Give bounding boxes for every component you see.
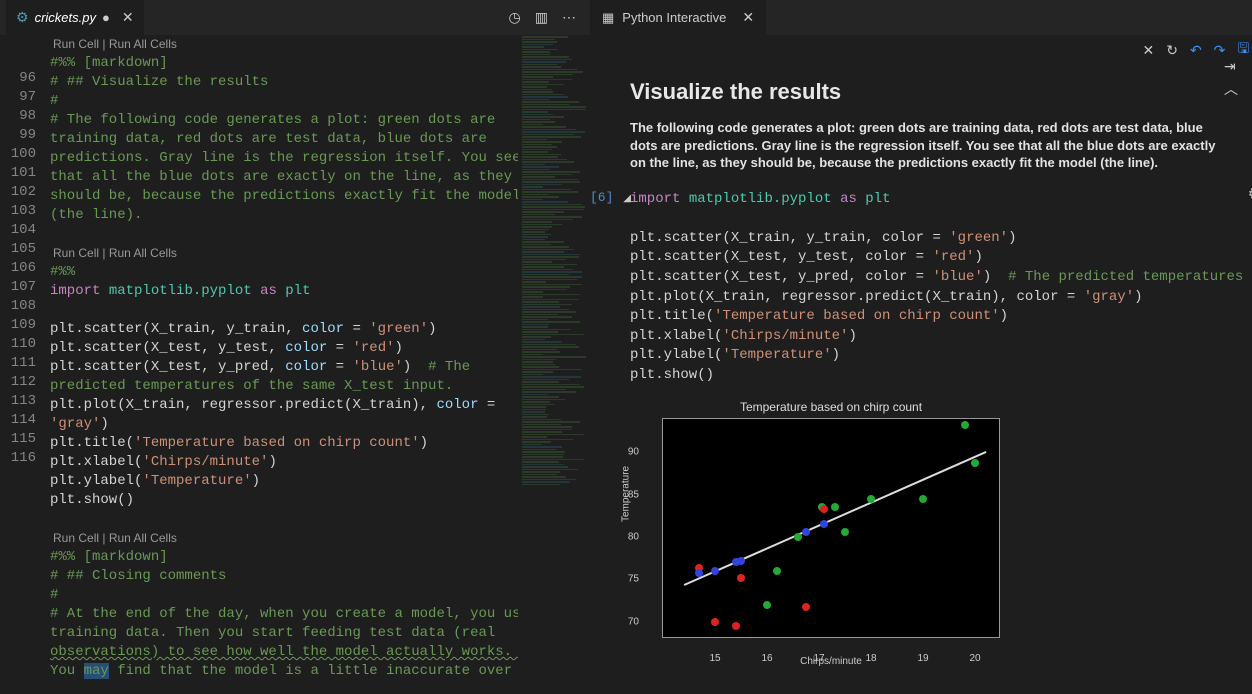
data-point-pred	[711, 567, 719, 575]
more-actions-icon[interactable]: ⋯	[562, 9, 576, 26]
editor-pane: ⚙ crickets.py ● ✕ ◷ ▥ ⋯ 96979899 100 101…	[0, 0, 590, 694]
interactive-heading: Visualize the results	[630, 79, 1252, 105]
collapse-up-icon[interactable]: ︿	[1224, 79, 1238, 99]
cell-output: [6] ◢ ⚙ ✕ import matplotlib.pyplot as pl…	[630, 190, 1252, 685]
cancel-icon[interactable]: ✕	[1142, 42, 1154, 59]
goto-line-icon[interactable]: ⇥	[1224, 58, 1238, 75]
minimap[interactable]: document.write(Array.from({length:180}).…	[518, 35, 590, 694]
codelens-run-2[interactable]: Run Cell | Run All Cells	[50, 244, 518, 263]
interactive-description: The following code generates a plot: gre…	[630, 119, 1220, 172]
data-point-train	[763, 601, 771, 609]
data-point-test	[711, 618, 719, 626]
regression-line	[683, 451, 985, 585]
data-point-test	[732, 622, 740, 630]
data-point-train	[867, 495, 875, 503]
data-point-test	[737, 574, 745, 582]
editor-tab[interactable]: ⚙ crickets.py ● ✕	[6, 0, 144, 35]
y-tick: 85	[628, 489, 639, 500]
x-tick: 20	[969, 653, 980, 664]
undo-icon[interactable]: ↶	[1190, 42, 1202, 59]
chart-title: Temperature based on chirp count	[662, 400, 1000, 414]
interactive-icon: ▦	[602, 10, 614, 26]
restart-icon[interactable]: ↻	[1166, 42, 1178, 59]
tab-close-icon[interactable]: ✕	[122, 9, 134, 26]
line-gutter: 96979899 100 101102103104105106 107 1081…	[0, 35, 50, 694]
x-tick: 15	[709, 653, 720, 664]
editor-tab-actions: ◷ ▥ ⋯	[509, 9, 584, 26]
data-point-pred	[737, 557, 745, 565]
redo-icon[interactable]: ↷	[1214, 42, 1226, 59]
interactive-pane: ▦ Python Interactive ✕ ⋯ ✕ ↻ ↶ ↷ 🖫 ⧉ ⧉ ⇥…	[590, 0, 1252, 694]
split-editor-icon[interactable]: ▥	[535, 9, 548, 26]
chart-plot-area: 7075808590 151617181920	[662, 418, 1000, 638]
data-point-test	[820, 505, 828, 513]
cell-prompt[interactable]: [6] ◢	[590, 190, 631, 205]
y-tick: 80	[628, 532, 639, 543]
data-point-pred	[695, 569, 703, 577]
y-tick: 70	[628, 616, 639, 627]
python-file-icon: ⚙	[16, 9, 29, 26]
x-tick: 18	[865, 653, 876, 664]
y-tick: 75	[628, 574, 639, 585]
data-point-train	[919, 495, 927, 503]
cell-code: import matplotlib.pyplot as plt plt.scat…	[630, 190, 1252, 386]
save-icon[interactable]: 🖫	[1237, 38, 1249, 62]
data-point-train	[773, 567, 781, 575]
tab-modified-dot: ●	[102, 10, 110, 25]
data-point-train	[971, 459, 979, 467]
data-point-pred	[820, 520, 828, 528]
codelens-run-3[interactable]: Run Cell | Run All Cells	[50, 529, 518, 548]
x-tick: 16	[761, 653, 772, 664]
data-point-train	[831, 503, 839, 511]
interactive-tab-bar: ▦ Python Interactive ✕ ⋯	[590, 0, 1252, 35]
run-cell-icon[interactable]: ◷	[509, 9, 521, 26]
data-point-train	[794, 533, 802, 541]
tab-filename: crickets.py	[35, 10, 96, 25]
data-point-pred	[802, 528, 810, 536]
interactive-toolbar: ✕ ↻ ↶ ↷ 🖫 ⧉ ⧉ ⇥ ︿	[590, 35, 1252, 65]
codelens-run-1[interactable]: Run Cell | Run All Cells	[50, 35, 518, 54]
cell-settings-icon[interactable]: ⚙	[1248, 184, 1252, 204]
editor-body[interactable]: 96979899 100 101102103104105106 107 1081…	[0, 35, 590, 694]
interactive-tab-title: Python Interactive	[622, 10, 726, 25]
code-text-area[interactable]: Run Cell | Run All Cells#%% [markdown] #…	[50, 35, 518, 694]
interactive-tab-close-icon[interactable]: ✕	[742, 9, 754, 26]
y-tick: 90	[628, 447, 639, 458]
interactive-content: Visualize the results The following code…	[590, 65, 1252, 694]
editor-tab-bar: ⚙ crickets.py ● ✕ ◷ ▥ ⋯	[0, 0, 590, 35]
x-tick: 19	[917, 653, 928, 664]
data-point-train	[961, 421, 969, 429]
x-tick: 17	[813, 653, 824, 664]
chart-output: Temperature based on chirp count Tempera…	[630, 394, 1010, 685]
data-point-train	[841, 528, 849, 536]
data-point-test	[802, 603, 810, 611]
interactive-tab[interactable]: ▦ Python Interactive ✕	[590, 0, 766, 35]
